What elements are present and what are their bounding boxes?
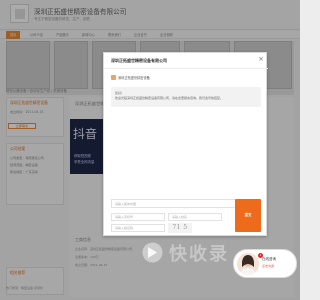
consult-subtitle: 点击沟通 xyxy=(262,264,275,268)
agent-avatar xyxy=(237,253,259,275)
name-input[interactable]: 请输入姓名 xyxy=(168,213,222,221)
online-consult-widget[interactable]: 1 在线咨询 点击沟通 xyxy=(233,249,297,278)
modal-header: 深圳正拓盛世精密设备有限公司 × xyxy=(104,53,268,69)
welcome-text: 欢迎光临深圳正拓盛世精密设备有限公司，请在这里留言咨询，我们会尽快回复。 xyxy=(115,96,224,100)
modal-company-name: 深圳正拓盛世精密设备 xyxy=(118,76,150,80)
consult-title: 在线咨询 xyxy=(262,257,276,261)
watermark-logo-icon xyxy=(142,242,163,263)
message-modal: 深圳正拓盛世精密设备有限公司 × 深圳正拓盛世精密设备 您好！ 欢迎光临深圳正拓… xyxy=(103,52,268,236)
welcome-message: 您好！ 欢迎光临深圳正拓盛世精密设备有限公司，请在这里留言咨询，我们会尽快回复。 xyxy=(111,87,261,107)
modal-title: 深圳正拓盛世精密设备有限公司 xyxy=(111,58,167,63)
close-icon[interactable]: × xyxy=(258,55,264,63)
agent-avatar-icon xyxy=(237,253,259,275)
submit-button[interactable]: 提交 xyxy=(235,199,261,232)
watermark-text: 快收录 xyxy=(169,244,229,265)
welcome-greeting: 您好！ xyxy=(115,91,125,95)
phone-input[interactable]: 请输入手机号 xyxy=(111,213,165,221)
company-avatar-icon xyxy=(111,75,116,80)
page: 深圳正拓盛世精密设备有限公司 专注于精密设备的研发、生产、销售 首页 公司介绍 … xyxy=(0,0,300,300)
captcha-input[interactable]: 请输入验证码 xyxy=(111,224,165,232)
message-history-area xyxy=(111,111,261,199)
captcha-image[interactable]: 71 5 xyxy=(168,223,192,233)
